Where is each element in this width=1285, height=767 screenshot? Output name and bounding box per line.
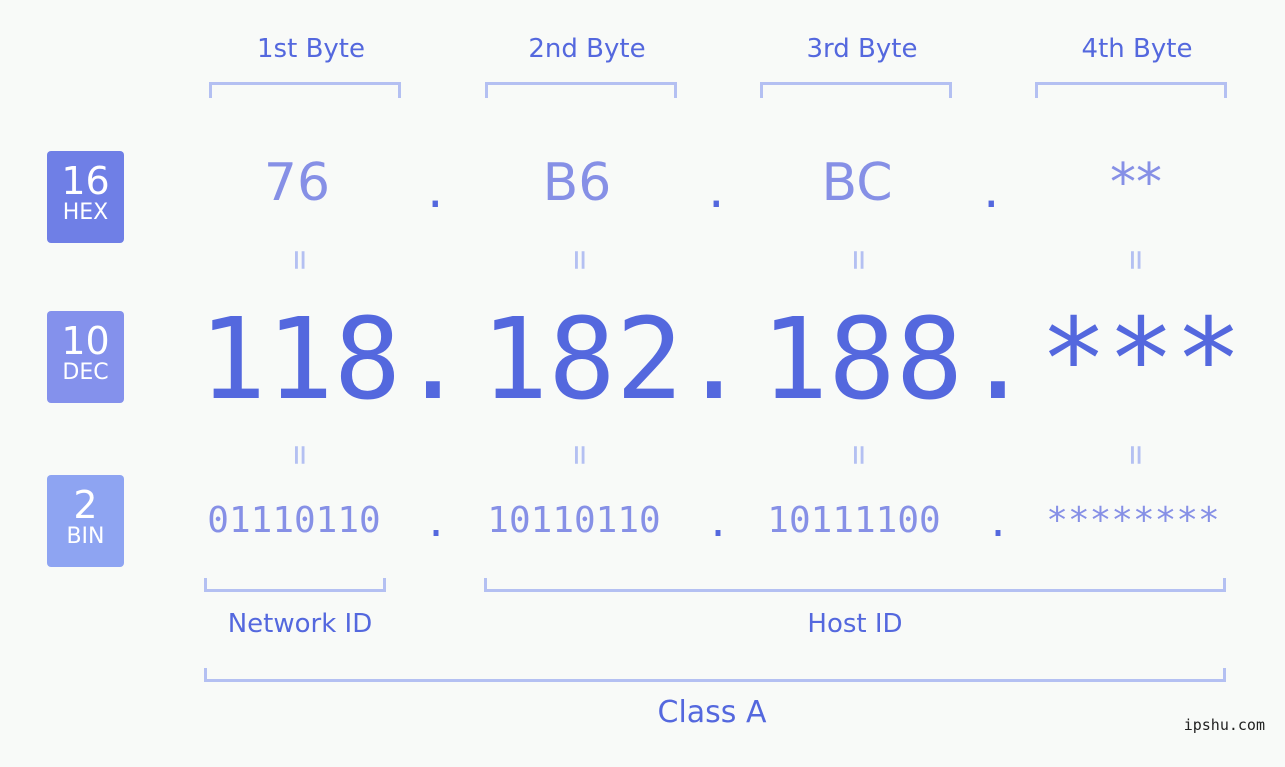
- bin-byte-4: ********: [1046, 500, 1220, 541]
- hex-separator: .: [983, 160, 1000, 220]
- bin-separator: .: [986, 500, 1011, 546]
- network-id-bracket: [204, 578, 386, 592]
- badge-hex-label: HEX: [62, 200, 109, 225]
- badge-bin-number: 2: [73, 483, 98, 527]
- bin-separator: .: [706, 500, 731, 546]
- network-id-label: Network ID: [227, 609, 373, 639]
- badge-bin-label: BIN: [66, 524, 105, 549]
- bracket-byte-3: [760, 82, 952, 98]
- header-byte-1: 1st Byte: [257, 34, 365, 64]
- bin-byte-3: 10111100: [767, 500, 941, 541]
- host-id-bracket: [484, 578, 1226, 592]
- equals-sign: =: [280, 249, 320, 271]
- bin-byte-2: 10110110: [487, 500, 661, 541]
- badge-dec: 10 DEC: [47, 311, 124, 403]
- header-byte-2: 2nd Byte: [528, 34, 646, 64]
- header-byte-4: 4th Byte: [1081, 34, 1193, 64]
- badge-hex: 16 HEX: [47, 151, 124, 243]
- badge-bin: 2 BIN: [47, 475, 124, 567]
- equals-sign: =: [839, 444, 879, 466]
- bracket-byte-2: [485, 82, 677, 98]
- class-label: Class A: [657, 695, 767, 730]
- bracket-byte-1: [209, 82, 401, 98]
- badge-dec-number: 10: [61, 319, 110, 363]
- bin-byte-1: 01110110: [207, 500, 381, 541]
- badge-hex-number: 16: [61, 159, 110, 203]
- hex-byte-4: **: [1110, 153, 1162, 213]
- hex-byte-2: B6: [542, 153, 612, 213]
- equals-sign: =: [839, 249, 879, 271]
- hex-separator: .: [427, 160, 444, 220]
- watermark: ipshu.com: [1183, 716, 1265, 734]
- hex-byte-1: 76: [263, 153, 331, 213]
- badge-dec-label: DEC: [62, 360, 109, 385]
- equals-sign: =: [560, 444, 600, 466]
- bin-separator: .: [424, 500, 449, 546]
- equals-sign: =: [1116, 249, 1156, 271]
- dec-separator: .: [399, 295, 467, 425]
- bracket-byte-4: [1035, 82, 1227, 98]
- dec-separator: .: [964, 295, 1032, 425]
- equals-sign: =: [1116, 444, 1156, 466]
- hex-separator: .: [708, 160, 725, 220]
- host-id-label: Host ID: [807, 609, 903, 639]
- hex-byte-3: BC: [821, 153, 893, 213]
- dec-separator: .: [680, 295, 748, 425]
- equals-sign: =: [560, 249, 600, 271]
- equals-sign: =: [280, 444, 320, 466]
- class-bracket: [204, 668, 1226, 682]
- header-byte-3: 3rd Byte: [806, 34, 918, 64]
